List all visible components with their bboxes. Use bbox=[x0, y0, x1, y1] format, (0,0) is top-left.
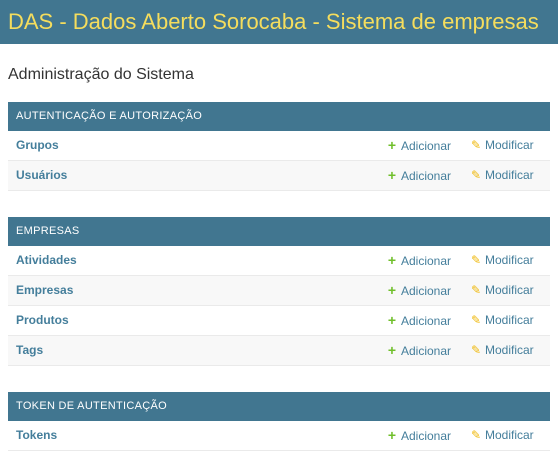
model-link-tokens[interactable]: Tokens bbox=[16, 421, 57, 450]
change-label: Modificar bbox=[485, 253, 534, 267]
model-row-usuarios: Usuários + Adicionar ✎ Modificar bbox=[8, 161, 550, 191]
plus-icon: + bbox=[387, 137, 397, 153]
change-label: Modificar bbox=[485, 343, 534, 357]
model-link-usuarios[interactable]: Usuários bbox=[16, 161, 67, 190]
module-auth: Autenticação e Autorização Grupos + Adici… bbox=[8, 102, 550, 191]
content: Administração do Sistema Autenticação e … bbox=[8, 44, 550, 451]
module-caption[interactable]: Token de Autenticação bbox=[8, 392, 550, 421]
model-link-atividades[interactable]: Atividades bbox=[16, 246, 77, 275]
module-caption[interactable]: Autenticação e Autorização bbox=[8, 102, 550, 131]
change-tags-button[interactable]: ✎ Modificar bbox=[470, 336, 534, 365]
plus-icon: + bbox=[387, 342, 397, 358]
add-label: Adicionar bbox=[401, 284, 452, 298]
change-label: Modificar bbox=[485, 283, 534, 297]
pencil-icon: ✎ bbox=[470, 283, 482, 297]
change-label: Modificar bbox=[485, 138, 534, 152]
model-row-produtos: Produtos + Adicionar ✎ Modificar bbox=[8, 306, 550, 336]
plus-icon: + bbox=[387, 282, 397, 298]
add-grupos-button[interactable]: + Adicionar bbox=[386, 131, 451, 161]
model-row-empresas: Empresas + Adicionar ✎ Modificar bbox=[8, 276, 550, 306]
change-label: Modificar bbox=[485, 168, 534, 182]
module-token: Token de Autenticação Tokens + Adicionar … bbox=[8, 392, 550, 451]
change-usuarios-button[interactable]: ✎ Modificar bbox=[470, 161, 534, 190]
change-produtos-button[interactable]: ✎ Modificar bbox=[470, 306, 534, 335]
change-atividades-button[interactable]: ✎ Modificar bbox=[470, 246, 534, 275]
add-label: Adicionar bbox=[401, 139, 452, 153]
module-caption[interactable]: Empresas bbox=[8, 217, 550, 246]
model-row-tags: Tags + Adicionar ✎ Modificar bbox=[8, 336, 550, 366]
model-row-tokens: Tokens + Adicionar ✎ Modificar bbox=[8, 421, 550, 451]
add-tokens-button[interactable]: + Adicionar bbox=[386, 421, 451, 451]
change-label: Modificar bbox=[485, 313, 534, 327]
pencil-icon: ✎ bbox=[470, 253, 482, 267]
add-produtos-button[interactable]: + Adicionar bbox=[386, 306, 451, 336]
change-grupos-button[interactable]: ✎ Modificar bbox=[470, 131, 534, 160]
site-header: DAS - Dados Aberto Sorocaba - Sistema de… bbox=[0, 0, 558, 44]
add-usuarios-button[interactable]: + Adicionar bbox=[386, 161, 451, 191]
plus-icon: + bbox=[387, 312, 397, 328]
add-tags-button[interactable]: + Adicionar bbox=[386, 336, 451, 366]
change-label: Modificar bbox=[485, 428, 534, 442]
module-empresas: Empresas Atividades + Adicionar ✎ Modifica… bbox=[8, 217, 550, 366]
model-link-grupos[interactable]: Grupos bbox=[16, 131, 59, 160]
pencil-icon: ✎ bbox=[470, 343, 482, 357]
add-label: Adicionar bbox=[401, 314, 452, 328]
change-empresas-button[interactable]: ✎ Modificar bbox=[470, 276, 534, 305]
page-title: Administração do Sistema bbox=[8, 66, 194, 83]
pencil-icon: ✎ bbox=[470, 138, 482, 152]
plus-icon: + bbox=[387, 252, 397, 268]
pencil-icon: ✎ bbox=[470, 428, 482, 442]
add-label: Adicionar bbox=[401, 169, 452, 183]
plus-icon: + bbox=[387, 427, 397, 443]
pencil-icon: ✎ bbox=[470, 313, 482, 327]
model-link-empresas[interactable]: Empresas bbox=[16, 276, 73, 305]
model-row-atividades: Atividades + Adicionar ✎ Modificar bbox=[8, 246, 550, 276]
add-label: Adicionar bbox=[401, 429, 452, 443]
model-row-grupos: Grupos + Adicionar ✎ Modificar bbox=[8, 131, 550, 161]
add-label: Adicionar bbox=[401, 254, 452, 268]
model-link-produtos[interactable]: Produtos bbox=[16, 306, 69, 335]
add-empresas-button[interactable]: + Adicionar bbox=[386, 276, 451, 306]
pencil-icon: ✎ bbox=[470, 168, 482, 182]
site-title[interactable]: DAS - Dados Aberto Sorocaba - Sistema de… bbox=[8, 6, 558, 38]
add-atividades-button[interactable]: + Adicionar bbox=[386, 246, 451, 276]
change-tokens-button[interactable]: ✎ Modificar bbox=[470, 421, 534, 450]
model-link-tags[interactable]: Tags bbox=[16, 336, 43, 365]
add-label: Adicionar bbox=[401, 344, 452, 358]
plus-icon: + bbox=[387, 167, 397, 183]
